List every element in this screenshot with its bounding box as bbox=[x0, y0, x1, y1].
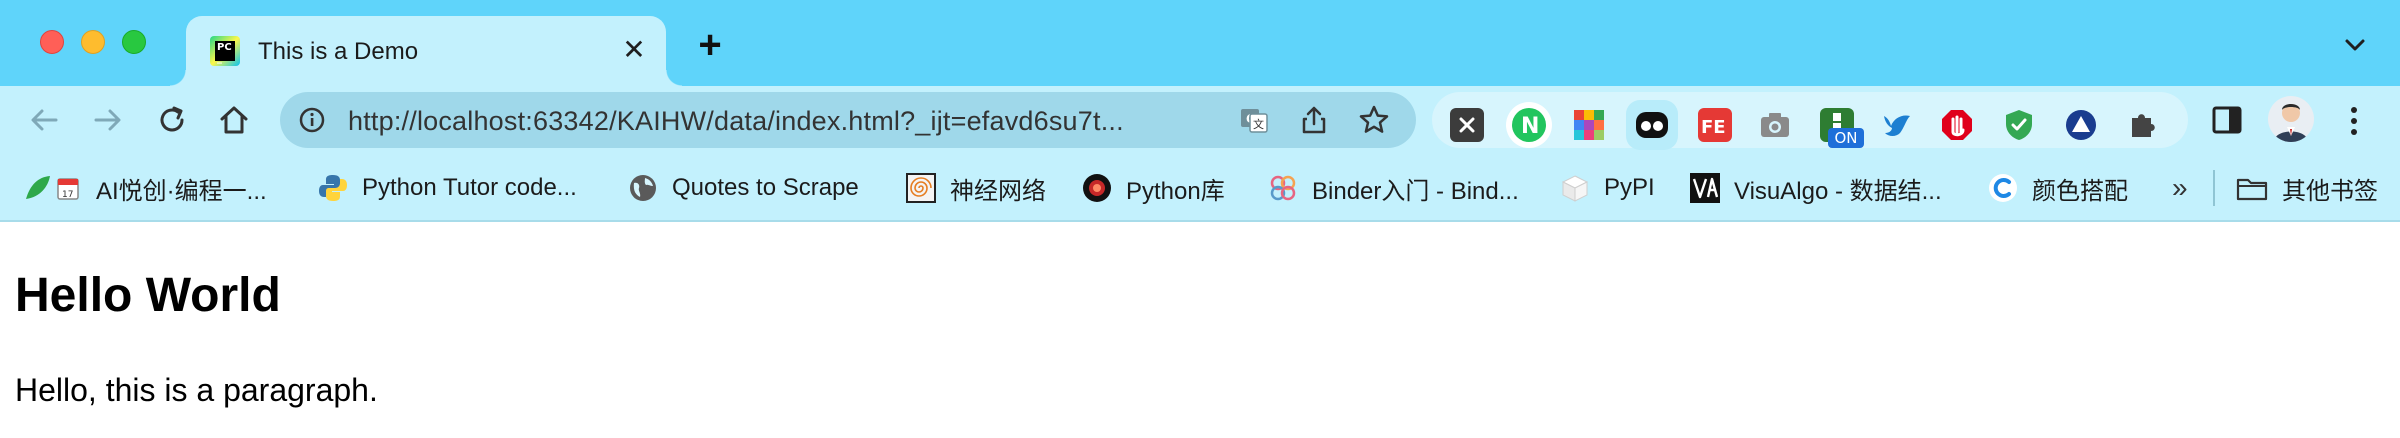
toolbar: http://localhost:63342/KAIHW/data/index.… bbox=[0, 86, 2400, 154]
share-icon[interactable] bbox=[1298, 104, 1330, 136]
tab-title: This is a Demo bbox=[258, 38, 419, 65]
bookmark-label: PyPI bbox=[1604, 174, 1655, 201]
other-bookmarks-label: 其他书签 bbox=[2282, 177, 2378, 205]
bookmark-item[interactable]: VisuAlgo - 数据结... bbox=[1690, 154, 1942, 222]
shield-extension-icon[interactable] bbox=[2002, 108, 2036, 142]
bookmark-label: 颜色搭配 bbox=[2032, 177, 2128, 205]
binder-icon bbox=[1270, 175, 1296, 201]
window-maximize-button[interactable] bbox=[122, 30, 146, 54]
other-bookmarks-folder[interactable]: 其他书签 bbox=[2236, 154, 2378, 222]
bookmark-label: VisuAlgo - 数据结... bbox=[1734, 177, 1942, 205]
bookmarks-separator bbox=[2213, 170, 2215, 206]
home-icon[interactable] bbox=[214, 100, 254, 140]
bookmark-label: AI悦创·编程一... bbox=[96, 177, 267, 205]
info-icon[interactable] bbox=[298, 106, 326, 134]
spiral-icon bbox=[906, 173, 936, 203]
page-paragraph: Hello, this is a paragraph. bbox=[15, 372, 378, 408]
translate-icon[interactable]: G 文 bbox=[1238, 104, 1270, 136]
fe-extension-icon[interactable]: FE bbox=[1698, 108, 1732, 142]
bookmark-item[interactable]: Python库 bbox=[1082, 154, 1225, 222]
globe-icon bbox=[630, 175, 656, 201]
url-text[interactable]: http://localhost:63342/KAIHW/data/index.… bbox=[348, 106, 1124, 137]
triangle-extension-icon[interactable] bbox=[2064, 108, 2098, 142]
bookmark-item[interactable]: Python Tutor code... bbox=[318, 154, 577, 222]
back-arrow-icon[interactable] bbox=[24, 100, 64, 140]
more-menu-icon[interactable] bbox=[2344, 104, 2364, 138]
bookmark-label: Python Tutor code... bbox=[362, 174, 577, 201]
bird-extension-icon[interactable] bbox=[1880, 108, 1914, 142]
svg-text:N: N bbox=[1521, 114, 1539, 139]
tab-close-button[interactable]: ✕ bbox=[618, 34, 650, 66]
bookmark-star-icon[interactable] bbox=[1358, 104, 1390, 136]
camera-extension-icon[interactable] bbox=[1758, 108, 1792, 142]
svg-text:文: 文 bbox=[1253, 117, 1264, 131]
browser-chrome: PC _ This is a Demo ✕ + http://localhost… bbox=[0, 0, 2400, 222]
c-icon bbox=[1989, 174, 2017, 202]
on-extension-icon[interactable]: ON bbox=[1820, 108, 1864, 148]
svg-text:17: 17 bbox=[62, 190, 73, 200]
ghost-extension-icon[interactable] bbox=[1626, 100, 1678, 150]
bookmark-item[interactable]: Binder入门 - Bind... bbox=[1268, 154, 1519, 222]
x-extension-icon[interactable] bbox=[1450, 108, 1484, 142]
reload-icon[interactable] bbox=[152, 100, 192, 140]
title-bar: PC _ This is a Demo ✕ + bbox=[0, 0, 2400, 86]
forward-arrow-icon[interactable] bbox=[88, 100, 128, 140]
nuxt-extension-icon[interactable]: N bbox=[1506, 102, 1552, 148]
puzzle-extension-icon[interactable] bbox=[2126, 108, 2160, 142]
profile-avatar[interactable] bbox=[2268, 96, 2314, 142]
bookmarks-overflow-button[interactable]: » bbox=[2172, 172, 2188, 204]
colorful-grid-extension-icon[interactable] bbox=[1572, 108, 1606, 142]
bookmarks-bar: 17 AI悦创·编程一... Python Tutor code... Quot… bbox=[0, 154, 2400, 222]
bookmark-item[interactable]: 颜色搭配 bbox=[1988, 154, 2128, 222]
tab-active[interactable]: PC _ This is a Demo ✕ bbox=[170, 16, 682, 86]
red-glow-icon bbox=[1083, 174, 1111, 202]
extensions-area: N FE ON bbox=[1432, 92, 2188, 150]
bookmark-item[interactable]: 17 AI悦创·编程一... bbox=[24, 154, 267, 222]
page-content: Hello World Hello, this is a paragraph. bbox=[0, 222, 2400, 438]
leaf-calendar-icon: 17 bbox=[26, 176, 79, 200]
cube-icon bbox=[1561, 175, 1589, 202]
side-panel-icon[interactable] bbox=[2212, 106, 2242, 134]
pycharm-icon: PC _ bbox=[210, 36, 240, 66]
python-icon bbox=[319, 175, 347, 201]
bookmark-label: Quotes to Scrape bbox=[672, 174, 859, 201]
svg-text:FE: FE bbox=[1701, 117, 1726, 138]
folder-icon bbox=[2236, 178, 2268, 201]
on-badge: ON bbox=[1828, 128, 1864, 148]
bookmark-label: Python库 bbox=[1126, 177, 1225, 205]
adblock-extension-icon[interactable] bbox=[1940, 108, 1974, 142]
new-tab-button[interactable]: + bbox=[690, 25, 730, 66]
bookmark-item[interactable]: 神经网络 bbox=[906, 154, 1046, 222]
bookmark-label: Binder入门 - Bind... bbox=[1312, 177, 1519, 205]
page-heading: Hello World bbox=[15, 269, 281, 322]
bookmark-label: 神经网络 bbox=[950, 177, 1046, 205]
window-close-button[interactable] bbox=[40, 30, 64, 54]
visualgo-icon bbox=[1690, 173, 1720, 203]
bookmark-item[interactable]: PyPI bbox=[1560, 154, 1655, 222]
address-bar[interactable]: http://localhost:63342/KAIHW/data/index.… bbox=[280, 92, 1416, 148]
window-minimize-button[interactable] bbox=[81, 30, 105, 54]
bookmark-item[interactable]: Quotes to Scrape bbox=[628, 154, 859, 222]
tab-search-chevron-icon[interactable] bbox=[2340, 30, 2370, 60]
